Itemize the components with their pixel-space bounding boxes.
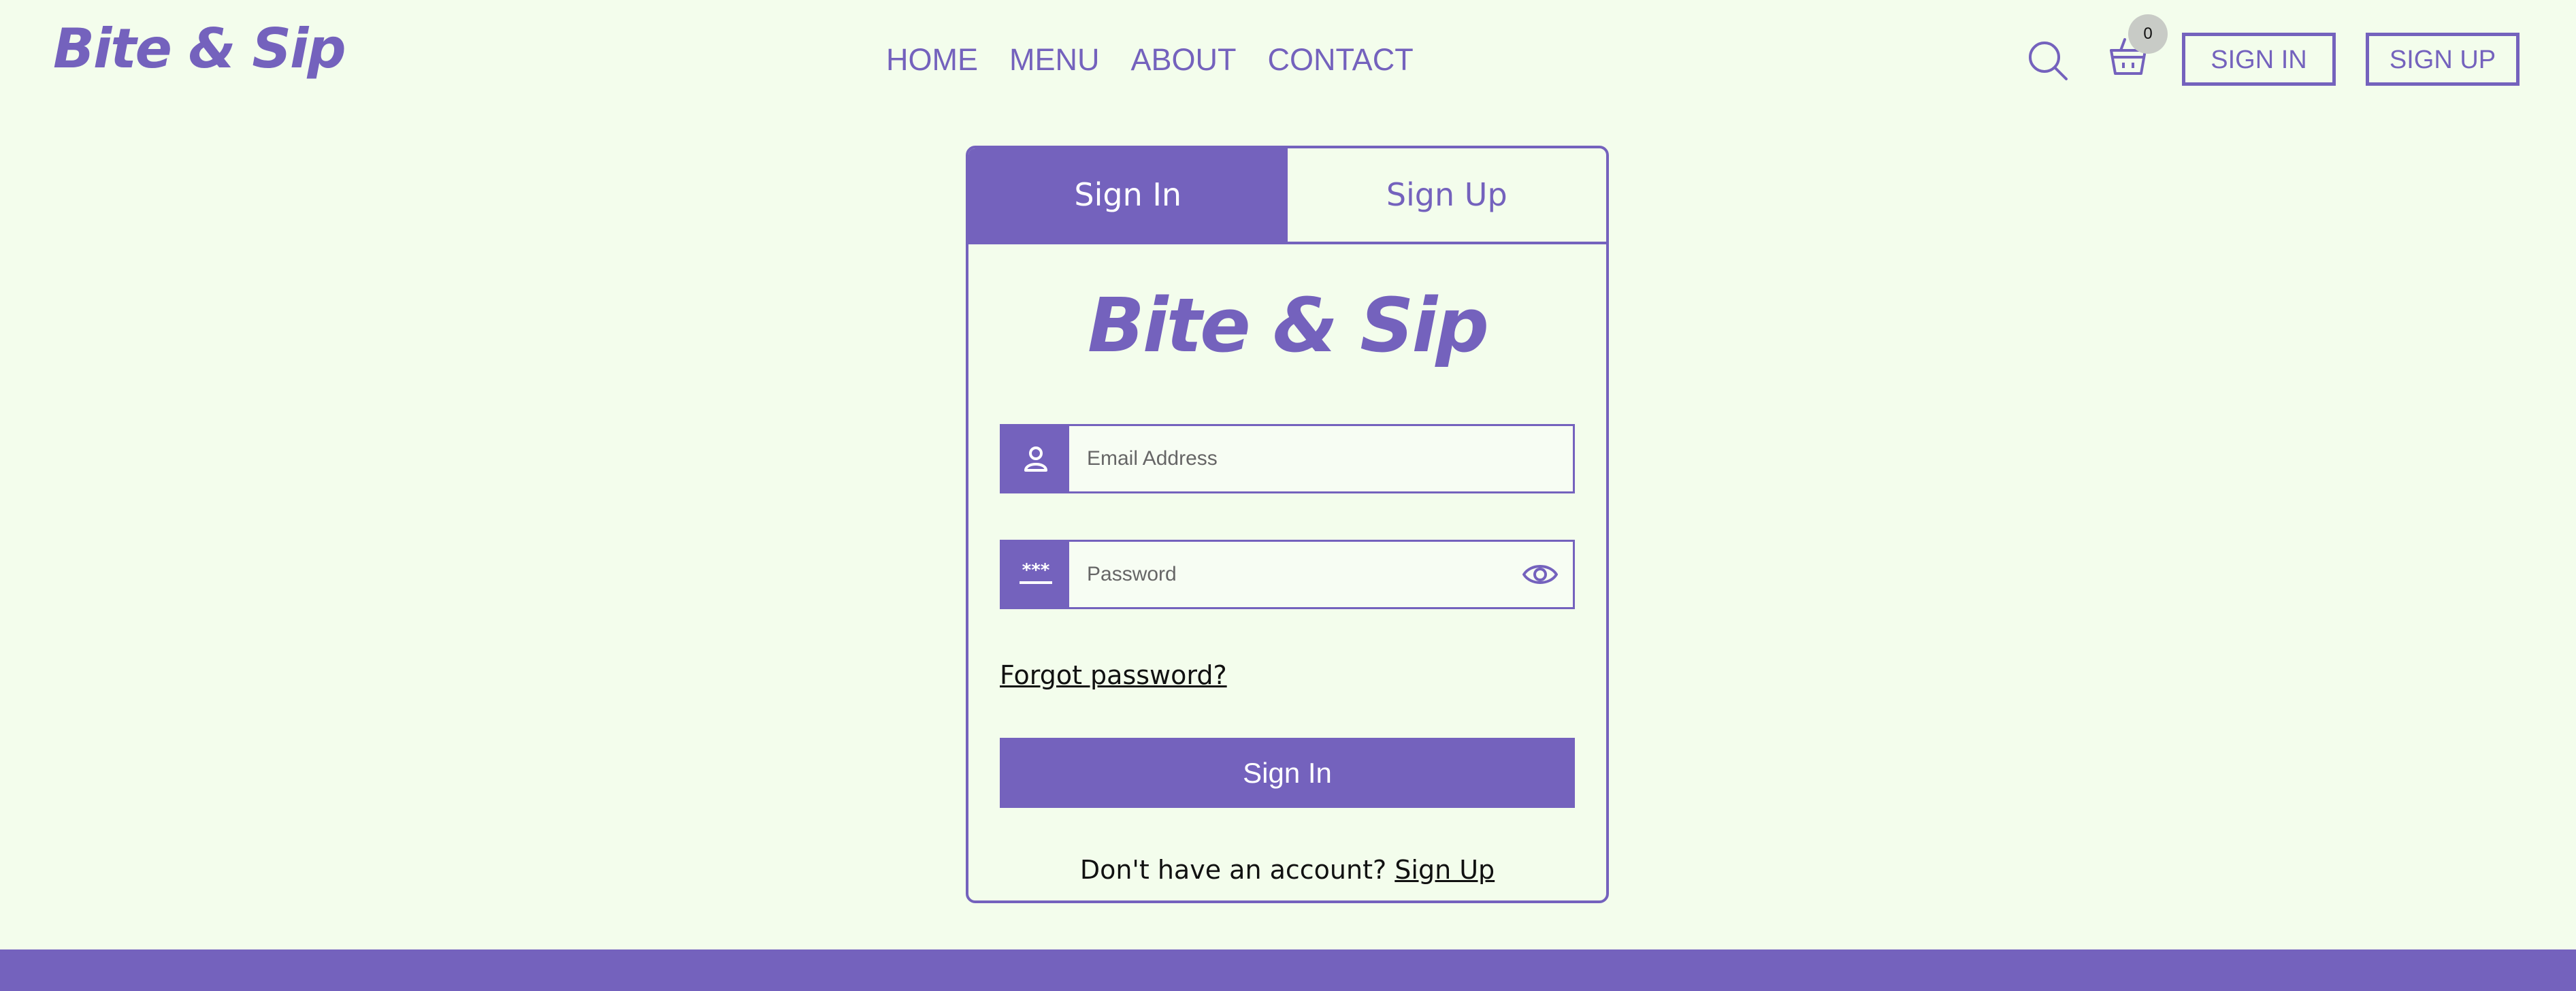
email-field	[1000, 424, 1575, 493]
cart-count-badge: 0	[2128, 14, 2168, 54]
password-input[interactable]	[1069, 542, 1520, 607]
card-logo: Bite & Sip	[1088, 282, 1489, 369]
header-sign-in-button[interactable]: SIGN IN	[2182, 33, 2336, 86]
svg-text:***: ***	[1022, 561, 1049, 581]
nav-home[interactable]: HOME	[886, 38, 978, 82]
nav-contact[interactable]: CONTACT	[1268, 38, 1414, 82]
sign-up-link[interactable]: Sign Up	[1395, 855, 1495, 885]
email-input[interactable]	[1069, 426, 1573, 491]
nav-about[interactable]: ABOUT	[1131, 38, 1237, 82]
search-icon[interactable]	[2027, 39, 2069, 82]
main-nav: HOME MENU ABOUT CONTACT	[886, 38, 1414, 82]
user-icon-box	[1002, 426, 1069, 491]
sign-in-submit-button[interactable]: Sign In	[1000, 738, 1575, 808]
tab-sign-up[interactable]: Sign Up	[1288, 148, 1607, 242]
password-field: ***	[1000, 540, 1575, 609]
tab-sign-in[interactable]: Sign In	[968, 148, 1288, 242]
auth-tabs: Sign In Sign Up	[968, 148, 1606, 244]
no-account-text: Don't have an account?	[1079, 855, 1387, 885]
site-footer	[0, 949, 2576, 991]
eye-icon[interactable]	[1520, 554, 1561, 595]
header-sign-up-button[interactable]: SIGN UP	[2366, 33, 2520, 86]
auth-card: Sign In Sign Up Bite & Sip *** Forgot pa…	[966, 146, 1609, 903]
password-icon: ***	[1019, 561, 1052, 584]
user-icon	[1024, 446, 1047, 472]
forgot-password-link[interactable]: Forgot password?	[1000, 656, 1227, 694]
password-icon-box: ***	[1002, 542, 1069, 607]
no-account-line: Don't have an account? Sign Up	[968, 843, 1606, 897]
site-logo[interactable]: Bite & Sip	[53, 15, 346, 83]
nav-menu[interactable]: MENU	[1009, 38, 1100, 82]
